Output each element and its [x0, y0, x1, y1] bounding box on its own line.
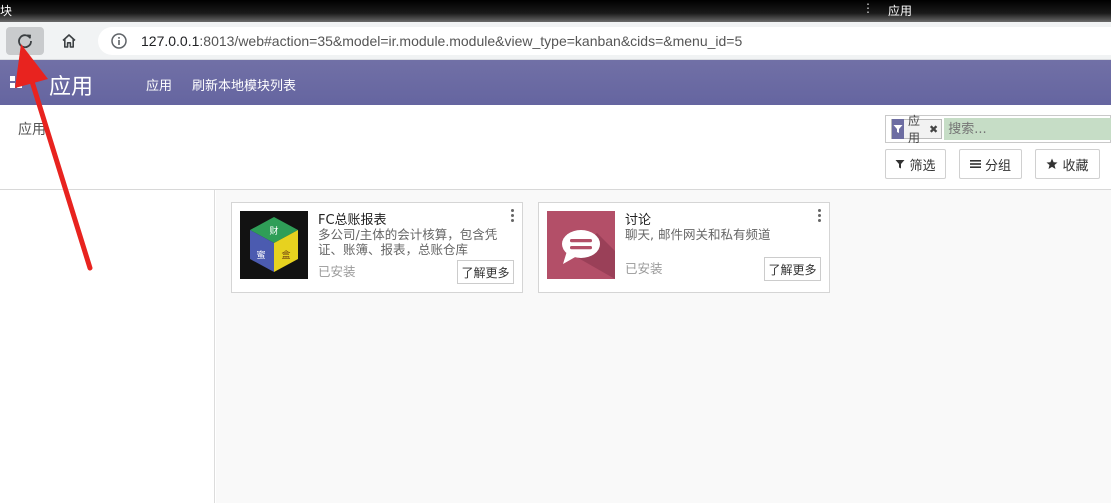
app-grid-icon[interactable] [10, 76, 22, 88]
url-path: :8013/web#action=35&model=ir.module.modu… [199, 33, 743, 49]
favorites-button[interactable]: 收藏 [1035, 149, 1100, 179]
home-icon [62, 34, 76, 48]
window-title-left: 块 [0, 4, 13, 18]
group-by-button-label: 分组 [984, 158, 1011, 174]
module-logo [547, 211, 615, 279]
reload-icon [18, 34, 32, 49]
breadcrumb: 应用 [18, 122, 46, 138]
nav-menu-update-module-list[interactable]: 刷新本地模块列表 [192, 75, 296, 94]
window-title-right: 应用 [888, 4, 913, 18]
filter-button-label: 筛选 [909, 158, 936, 174]
module-card[interactable]: 财 蜜 盒 FC总账报表 多公司/主体的会计核算，包含凭证、账簿、报表，总账仓库… [231, 202, 523, 293]
module-state: 已安装 [318, 264, 356, 279]
kebab-menu-icon[interactable] [818, 209, 822, 222]
group-by-button[interactable]: 分组 [959, 149, 1022, 179]
control-panel: 应用 应用 ✖ 筛选 分组 收藏 [0, 105, 1111, 190]
learn-more-button[interactable]: 了解更多 [457, 260, 514, 284]
favorites-button-label: 收藏 [1062, 158, 1089, 174]
filter-icon [892, 119, 905, 139]
side-panel [0, 190, 215, 503]
module-title[interactable]: 讨论 [625, 209, 651, 228]
module-card[interactable]: 讨论 聊天, 邮件网关和私有频道 已安装 了解更多 [538, 202, 830, 293]
app-navbar: 应用 应用 刷新本地模块列表 [0, 60, 1111, 105]
learn-more-button[interactable]: 了解更多 [764, 257, 821, 281]
module-logo: 财 蜜 盒 [240, 211, 308, 279]
browser-toolbar: 127.0.0.1:8013/web#action=35&model=ir.mo… [0, 22, 1111, 60]
kebab-menu-icon[interactable] [511, 209, 515, 222]
home-button[interactable] [50, 27, 88, 55]
facet-label: 应用 [908, 114, 921, 145]
logo-glyph-1: 财 [269, 225, 278, 237]
filter-icon [895, 160, 905, 169]
filter-button[interactable]: 筛选 [885, 149, 946, 179]
logo-glyph-2: 蜜 [256, 249, 265, 261]
address-bar[interactable]: 127.0.0.1:8013/web#action=35&model=ir.mo… [98, 27, 1111, 55]
reload-button[interactable] [6, 27, 44, 55]
nav-menu-apps[interactable]: 应用 [146, 75, 172, 94]
search-bar[interactable]: 应用 ✖ [885, 114, 1111, 145]
app-brand-title[interactable]: 应用 [49, 69, 93, 101]
module-description: 聊天, 邮件网关和私有频道 [625, 227, 771, 242]
module-title[interactable]: FC总账报表 [318, 209, 387, 228]
url-host: 127.0.0.1 [141, 33, 200, 49]
list-icon [969, 160, 981, 168]
chat-bubble-icon [547, 211, 615, 279]
kanban-view: 财 蜜 盒 FC总账报表 多公司/主体的会计核算，包含凭证、账簿、报表，总账仓库… [216, 190, 1111, 503]
url-text[interactable]: 127.0.0.1:8013/web#action=35&model=ir.mo… [141, 33, 742, 49]
window-titlebar: 块 ⋮ 应用 [0, 0, 1111, 22]
facet-close-icon[interactable]: ✖ [929, 123, 941, 136]
star-icon [1046, 158, 1058, 169]
logo-glyph-3: 盒 [281, 249, 290, 261]
search-facet[interactable]: 应用 ✖ [891, 114, 943, 145]
module-description: 多公司/主体的会计核算，包含凭证、账簿、报表，总账仓库 [318, 227, 498, 257]
more-options-icon[interactable]: ⋮ [862, 1, 874, 15]
info-icon[interactable] [110, 32, 128, 50]
search-input[interactable] [944, 118, 1111, 140]
module-state: 已安装 [625, 261, 663, 276]
